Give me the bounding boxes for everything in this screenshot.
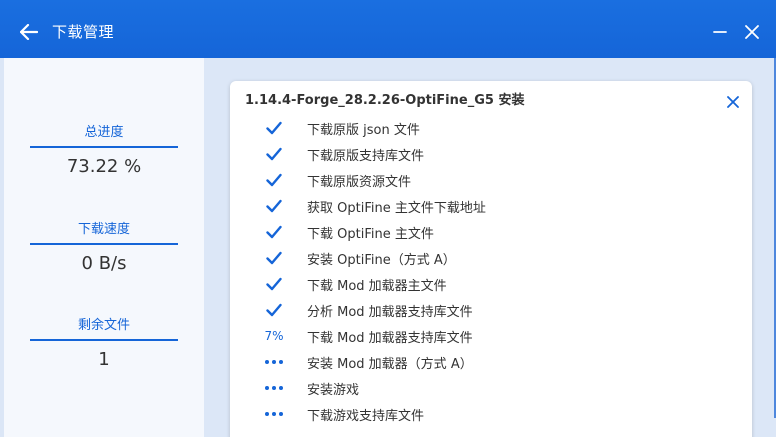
- waiting-dots-icon: [255, 386, 293, 390]
- stats-sidebar: 总进度 73.22 % 下载速度 0 B/s 剩余文件 1: [4, 58, 204, 437]
- task-row: 下载 OptiFine 主文件: [255, 219, 725, 245]
- total-progress-stat: 总进度 73.22 %: [30, 122, 178, 180]
- back-button[interactable]: [14, 18, 44, 46]
- check-icon: [255, 277, 293, 291]
- check-icon: [255, 147, 293, 161]
- minimize-icon: [713, 31, 727, 33]
- task-row: 下载原版资源文件: [255, 167, 725, 193]
- task-progress-text: 7%: [264, 329, 284, 343]
- divider: [30, 146, 178, 148]
- check-icon: [255, 121, 293, 135]
- task-name: 下载原版 json 文件: [307, 122, 420, 138]
- check-icon: [255, 251, 293, 265]
- divider: [30, 339, 178, 341]
- waiting-dots-icon: [255, 360, 293, 364]
- task-name: 安装游戏: [307, 382, 360, 398]
- title-bar: 下载管理: [0, 0, 776, 58]
- arrow-left-icon: [20, 24, 38, 40]
- cancel-task-button[interactable]: [722, 91, 744, 113]
- task-row: 安装 Mod 加载器（方式 A）: [255, 349, 725, 375]
- task-row: 7% 下载 Mod 加载器支持库文件: [255, 323, 725, 349]
- download-speed-value: 0 B/s: [81, 253, 127, 274]
- minimize-button[interactable]: [706, 18, 734, 46]
- main-panel: 1.14.4-Forge_28.2.26-OptiFine_G5 安装 下载原版…: [204, 58, 776, 437]
- check-icon: [255, 225, 293, 239]
- task-name: 下载 OptiFine 主文件: [307, 226, 434, 242]
- task-row: 获取 OptiFine 主文件下载地址: [255, 193, 725, 219]
- window-title: 下载管理: [52, 23, 115, 41]
- task-name: 下载 Mod 加载器支持库文件: [307, 330, 473, 346]
- task-name: 获取 OptiFine 主文件下载地址: [307, 200, 486, 216]
- task-row: 下载游戏支持库文件: [255, 401, 725, 427]
- task-row: 下载原版支持库文件: [255, 141, 725, 167]
- remaining-files-stat: 剩余文件 1: [30, 315, 178, 373]
- task-name: 下载游戏支持库文件: [307, 408, 425, 424]
- remaining-files-value: 1: [98, 349, 110, 370]
- task-name: 下载原版支持库文件: [307, 148, 425, 164]
- task-row: 安装 OptiFine（方式 A）: [255, 245, 725, 271]
- install-task-card: 1.14.4-Forge_28.2.26-OptiFine_G5 安装 下载原版…: [230, 81, 752, 437]
- card-title: 1.14.4-Forge_28.2.26-OptiFine_G5 安装: [245, 93, 525, 108]
- download-speed-stat: 下载速度 0 B/s: [30, 219, 178, 277]
- close-window-button[interactable]: [738, 18, 766, 46]
- task-name: 安装 OptiFine（方式 A）: [307, 252, 456, 268]
- divider: [30, 243, 178, 245]
- task-row: 安装游戏: [255, 375, 725, 401]
- task-name: 分析 Mod 加载器支持库文件: [307, 304, 473, 320]
- check-icon: [255, 173, 293, 187]
- total-progress-label: 总进度: [84, 125, 124, 140]
- check-icon: [255, 199, 293, 213]
- close-icon: [745, 25, 759, 39]
- task-row: 分析 Mod 加载器支持库文件: [255, 297, 725, 323]
- download-speed-label: 下载速度: [77, 222, 130, 237]
- waiting-dots-icon: [255, 412, 293, 416]
- task-row: 下载原版 json 文件: [255, 115, 725, 141]
- close-icon: [727, 96, 739, 108]
- task-name: 安装 Mod 加载器（方式 A）: [307, 356, 473, 372]
- task-name: 下载原版资源文件: [307, 174, 412, 190]
- total-progress-value: 73.22 %: [66, 156, 142, 177]
- task-row: 下载 Mod 加载器主文件: [255, 271, 725, 297]
- check-icon: [255, 303, 293, 317]
- remaining-files-label: 剩余文件: [77, 318, 130, 333]
- task-name: 下载 Mod 加载器主文件: [307, 278, 447, 294]
